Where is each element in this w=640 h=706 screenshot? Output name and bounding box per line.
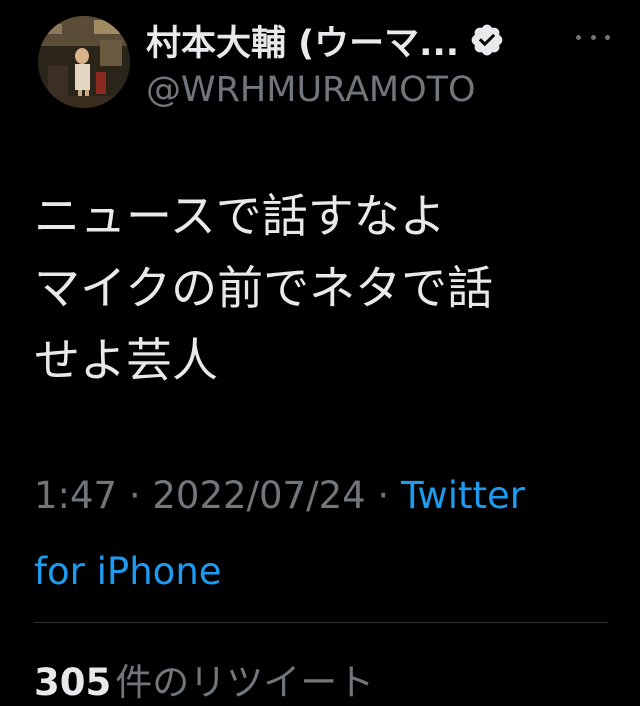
author-avatar[interactable] [38, 16, 130, 108]
profile-photo-icon [38, 16, 130, 108]
meta-separator: · [128, 474, 141, 517]
ellipsis-icon-dot [590, 34, 596, 40]
retweet-count[interactable]: 305 [34, 661, 111, 704]
tweet-time[interactable]: 1:47 [34, 474, 117, 517]
verified-badge-icon [471, 24, 503, 56]
author-handle[interactable]: @WRHMURAMOTO [146, 70, 476, 110]
tweet-text: ニュースで話すなよ マイクの前でネタで話 せよ芸人 [34, 180, 604, 396]
tweet-text-line: マイクの前でネタで話 [34, 261, 494, 315]
meta-separator: · [377, 474, 390, 517]
tweet-source-link[interactable]: for iPhone [34, 550, 222, 593]
tweet-text-line: せよ芸人 [34, 333, 218, 387]
author-name-row[interactable]: 村本大輔 (ウーマ... [146, 14, 505, 66]
author-display-name[interactable]: 村本大輔 (ウーマ... [146, 15, 459, 66]
ellipsis-icon-dot [576, 34, 581, 40]
divider [34, 622, 608, 623]
tweet-date[interactable]: 2022/07/24 [152, 474, 365, 517]
retweet-label[interactable]: 件のリツイート [115, 661, 374, 704]
tweet-source-link[interactable]: Twitter [401, 474, 525, 517]
more-options-button[interactable] [576, 22, 610, 52]
tweet-text-line: ニュースで話すなよ [34, 189, 446, 243]
retweet-stats[interactable]: 305 件のリツイート [34, 652, 374, 706]
tweet-metadata: 1:47 · 2022/07/24 · Twitter for iPhone [34, 458, 614, 610]
ellipsis-icon-dot [605, 34, 610, 40]
